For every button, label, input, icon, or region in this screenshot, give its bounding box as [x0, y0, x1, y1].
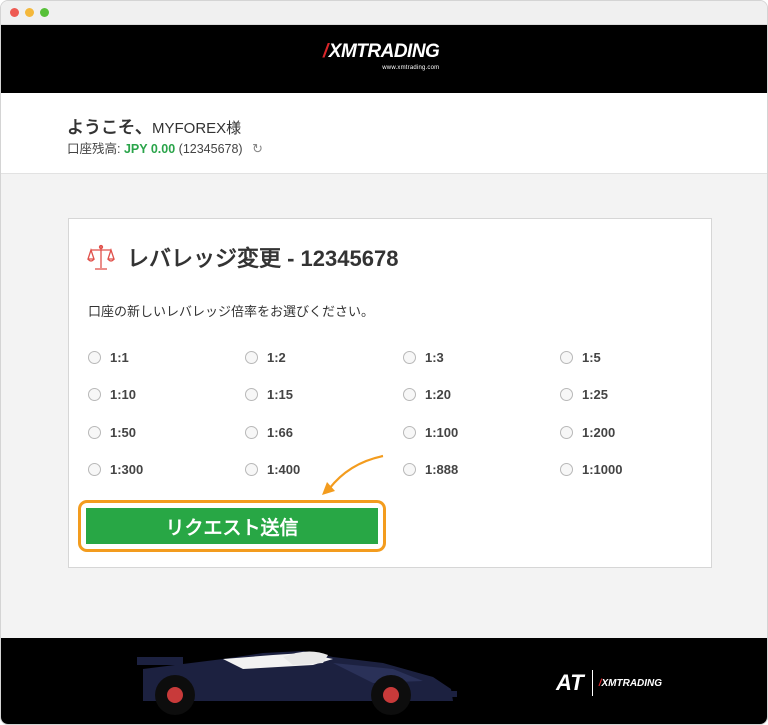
option-label: 1:200: [582, 425, 616, 440]
radio-button[interactable]: [403, 463, 416, 476]
option-label: 1:15: [267, 387, 294, 402]
instruction-text: 口座の新しいレバレッジ倍率をお選びください。: [88, 304, 375, 319]
submit-request-button[interactable]: リクエスト送信: [86, 508, 378, 544]
xmtrading-logo[interactable]: /XMTRADING www.xmtrading.com: [323, 41, 440, 71]
leverage-option-1-400[interactable]: 1:400: [245, 462, 300, 477]
browser-window: /XMTRADING www.xmtrading.com ようこそ、MYFORE…: [0, 0, 768, 725]
balance-label: 口座残高:: [67, 142, 121, 156]
leverage-option-1-888[interactable]: 1:888: [403, 462, 458, 477]
welcome-title: ようこそ、MYFOREX様: [67, 113, 241, 138]
option-label: 1:66: [267, 425, 294, 440]
race-car-image: [137, 651, 457, 715]
leverage-option-1-10[interactable]: 1:10: [88, 387, 136, 402]
leverage-option-1-1000[interactable]: 1:1000: [560, 462, 622, 477]
greeting-text: ようこそ、: [67, 118, 152, 137]
logo-url: www.xmtrading.com: [382, 65, 440, 71]
radio-button[interactable]: [403, 351, 416, 364]
radio-button[interactable]: [245, 351, 258, 364]
option-label: 1:20: [425, 387, 452, 402]
radio-button[interactable]: [245, 426, 258, 439]
leverage-option-1-200[interactable]: 1:200: [560, 425, 615, 440]
xmtrading-sponsor-logo: /XMTRADING: [598, 677, 663, 689]
leverage-option-1-15[interactable]: 1:15: [245, 387, 293, 402]
leverage-option-1-66[interactable]: 1:66: [245, 425, 293, 440]
radio-button[interactable]: [403, 388, 416, 401]
account-number: (12345678): [178, 142, 243, 156]
sponsor-logos: AT /XMTRADING: [556, 670, 662, 696]
option-label: 1:50: [110, 425, 137, 440]
radio-button[interactable]: [560, 463, 573, 476]
minimize-window-button[interactable]: [25, 8, 34, 17]
radio-button[interactable]: [88, 351, 101, 364]
option-label: 1:3: [425, 350, 444, 365]
radio-button[interactable]: [560, 426, 573, 439]
account-balance: 口座残高: JPY 0.00 (12345678) ↻: [67, 138, 263, 157]
balance-amount: JPY 0.00: [123, 142, 176, 156]
logo-text: XMTRADING: [328, 41, 440, 62]
leverage-option-1-100[interactable]: 1:100: [403, 425, 458, 440]
pointer-arrow-icon: [322, 454, 384, 495]
radio-button[interactable]: [560, 351, 573, 364]
option-label: 1:5: [582, 350, 601, 365]
radio-button[interactable]: [88, 426, 101, 439]
leverage-option-1-2[interactable]: 1:2: [245, 350, 286, 365]
leverage-option-1-5[interactable]: 1:5: [560, 350, 601, 365]
radio-button[interactable]: [88, 388, 101, 401]
alphatauri-logo: AT: [556, 670, 593, 696]
user-name: MYFOREX様: [152, 120, 242, 137]
refresh-icon[interactable]: ↻: [252, 141, 263, 157]
option-label: 1:100: [425, 425, 459, 440]
leverage-option-1-1[interactable]: 1:1: [88, 350, 129, 365]
window-titlebar: [1, 1, 767, 25]
radio-button[interactable]: [560, 388, 573, 401]
top-header: /XMTRADING www.xmtrading.com: [1, 25, 767, 93]
maximize-window-button[interactable]: [40, 8, 49, 17]
sponsor-brand-text: XMTRADING: [601, 677, 663, 689]
submit-highlight: リクエスト送信: [78, 500, 386, 552]
scale-icon: [87, 244, 115, 270]
leverage-change-panel: レバレッジ変更 - 12345678 口座の新しいレバレッジ倍率をお選びください…: [68, 218, 712, 568]
option-label: 1:888: [425, 462, 459, 477]
leverage-option-1-3[interactable]: 1:3: [403, 350, 444, 365]
radio-button[interactable]: [245, 463, 258, 476]
leverage-option-1-20[interactable]: 1:20: [403, 387, 451, 402]
panel-title: レバレッジ変更 - 12345678: [87, 241, 398, 273]
option-label: 1:2: [267, 350, 286, 365]
radio-button[interactable]: [245, 388, 258, 401]
option-label: 1:400: [267, 462, 301, 477]
radio-button[interactable]: [88, 463, 101, 476]
welcome-bar: ようこそ、MYFOREX様 口座残高: JPY 0.00 (12345678) …: [1, 93, 767, 174]
leverage-option-1-50[interactable]: 1:50: [88, 425, 136, 440]
leverage-option-1-25[interactable]: 1:25: [560, 387, 608, 402]
option-label: 1:25: [582, 387, 609, 402]
panel-title-text: レバレッジ変更 - 12345678: [127, 246, 399, 271]
option-label: 1:300: [110, 462, 144, 477]
option-label: 1:10: [110, 387, 137, 402]
leverage-option-1-300[interactable]: 1:300: [88, 462, 143, 477]
option-label: 1:1000: [582, 462, 623, 477]
radio-button[interactable]: [403, 426, 416, 439]
close-window-button[interactable]: [10, 8, 19, 17]
option-label: 1:1: [110, 350, 129, 365]
